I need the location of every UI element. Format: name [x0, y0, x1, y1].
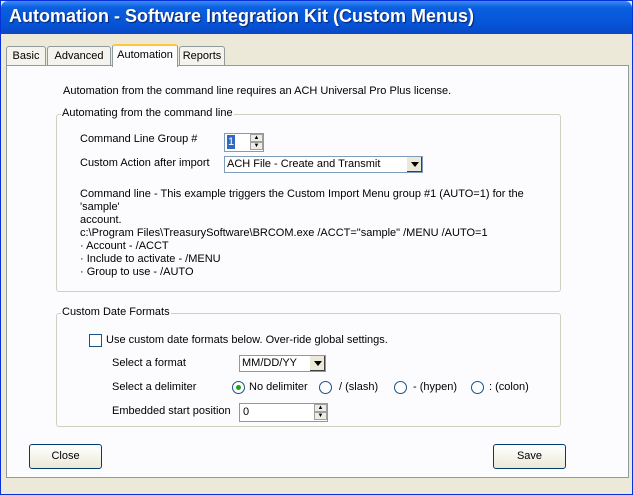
custom-date-checkbox-label[interactable]: Use custom date formats below. Over-ride…	[106, 334, 388, 346]
group-number-value: 1	[227, 135, 236, 149]
tab-automation[interactable]: Automation	[112, 44, 178, 67]
start-position-value: 0	[243, 406, 250, 418]
radio-hyphen-label[interactable]: - (hypen)	[413, 381, 457, 393]
radio-hyphen[interactable]	[394, 381, 407, 394]
radio-no-delimiter[interactable]	[232, 381, 245, 394]
stepper-up-icon[interactable]: ▲	[250, 134, 263, 142]
group-number-stepper[interactable]: 1 ▲ ▼	[224, 133, 264, 152]
radio-slash-label[interactable]: / (slash)	[339, 381, 378, 393]
command-line-legend: Automating from the command line	[61, 107, 234, 119]
custom-date-checkbox[interactable]	[89, 334, 102, 347]
window-title: Automation - Software Integration Kit (C…	[9, 6, 474, 26]
start-position-label: Embedded start position	[112, 405, 231, 417]
stepper-up-icon[interactable]: ▲	[314, 404, 327, 412]
license-note: Automation from the command line require…	[63, 85, 452, 97]
date-format-value: MM/DD/YY	[242, 357, 297, 369]
close-button[interactable]: Close	[29, 444, 102, 469]
tab-panel: Automation from the command line require…	[6, 65, 629, 478]
tab-advanced[interactable]: Advanced	[47, 46, 111, 65]
custom-action-select[interactable]: ACH File - Create and Transmit	[224, 156, 423, 173]
start-position-stepper[interactable]: 0 ▲ ▼	[239, 403, 328, 422]
chevron-down-icon[interactable]	[406, 157, 422, 172]
group-number-label: Command Line Group #	[80, 133, 198, 145]
radio-colon-label[interactable]: : (colon)	[489, 381, 529, 393]
tab-reports[interactable]: Reports	[179, 46, 225, 65]
format-label: Select a format	[112, 357, 186, 369]
command-line-switches: · Account - /ACCT · Include to activate …	[80, 240, 221, 278]
save-button[interactable]: Save	[493, 444, 566, 469]
custom-date-formats-group: Custom Date Formats Use custom date form…	[56, 306, 561, 427]
radio-no-delimiter-label[interactable]: No delimiter	[249, 381, 308, 393]
stepper-down-icon[interactable]: ▼	[250, 142, 263, 150]
radio-slash[interactable]	[319, 381, 332, 394]
radio-colon[interactable]	[471, 381, 484, 394]
command-line-group: Automating from the command line Command…	[56, 107, 561, 292]
custom-action-label: Custom Action after import	[80, 157, 210, 169]
delimiter-label: Select a delimiter	[112, 381, 197, 393]
stepper-down-icon[interactable]: ▼	[314, 412, 327, 420]
stepper-buttons[interactable]: ▲ ▼	[250, 134, 263, 151]
custom-action-value: ACH File - Create and Transmit	[227, 158, 381, 170]
stepper-buttons[interactable]: ▲ ▼	[314, 404, 327, 421]
title-bar[interactable]: Automation - Software Integration Kit (C…	[1, 1, 632, 34]
window: Automation - Software Integration Kit (C…	[0, 0, 633, 495]
tab-basic[interactable]: Basic	[6, 46, 46, 65]
chevron-down-icon[interactable]	[309, 356, 325, 371]
date-formats-legend: Custom Date Formats	[61, 306, 171, 318]
date-format-select[interactable]: MM/DD/YY	[239, 355, 326, 372]
command-line-description: Command line - This example triggers the…	[80, 188, 524, 239]
